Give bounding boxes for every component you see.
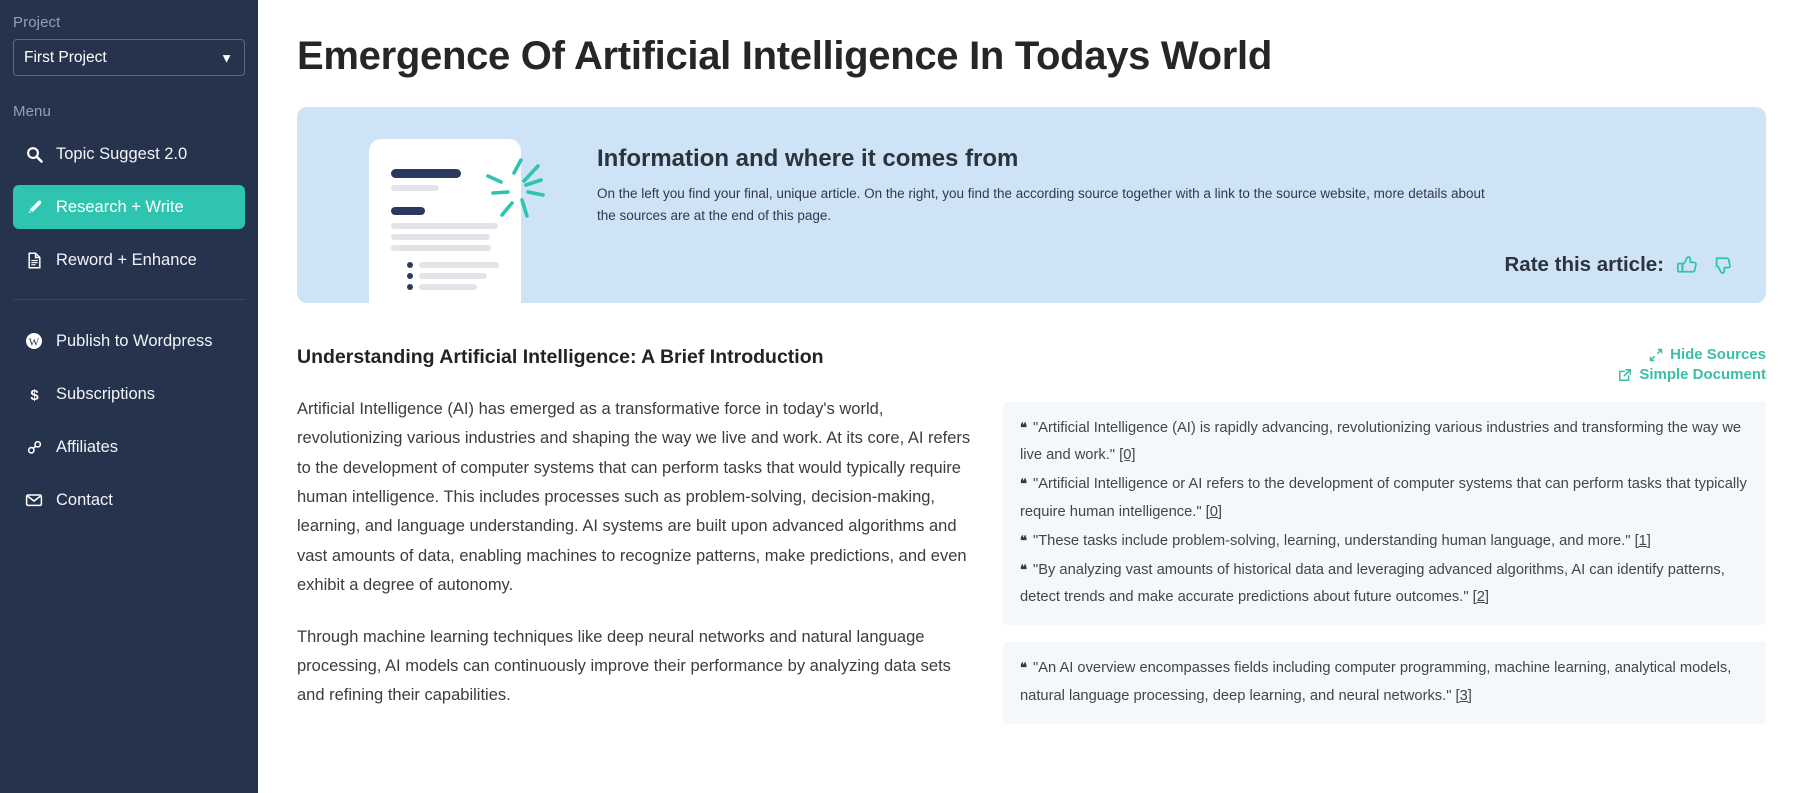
sidebar-item-label: Topic Suggest 2.0 (56, 144, 188, 163)
compress-arrows-icon (1649, 348, 1663, 362)
simple-document-label: Simple Document (1639, 366, 1766, 383)
simple-document-button[interactable]: Simple Document (1618, 366, 1766, 383)
sidebar: Project First Project ▼ Menu Topic Sugge… (0, 0, 258, 793)
source-quote: ❝ "These tasks include problem-solving, l… (1020, 528, 1749, 555)
article-and-sources: Understanding Artificial Intelligence: A… (297, 346, 1766, 741)
svg-text:$: $ (30, 387, 39, 402)
source-ref[interactable]: [1] (1635, 533, 1651, 549)
quote-text: "Artificial Intelligence or AI refers to… (1020, 476, 1747, 520)
source-card: ❝ "An AI overview encompasses fields incl… (1003, 642, 1766, 724)
section-heading: Understanding Artificial Intelligence: A… (297, 346, 824, 368)
hide-sources-label: Hide Sources (1670, 346, 1766, 363)
sidebar-item-label: Contact (56, 490, 113, 509)
quote-icon: ❝ (1020, 561, 1027, 577)
svg-text:W: W (29, 336, 40, 348)
source-ref[interactable]: [0] (1206, 504, 1222, 520)
sidebar-item-label: Research + Write (56, 197, 184, 216)
info-banner: Information and where it comes from On t… (297, 107, 1766, 303)
quote-text: "By analyzing vast amounts of historical… (1020, 561, 1725, 606)
banner-description: On the left you find your final, unique … (597, 186, 1485, 224)
main-content: Emergence Of Artificial Intelligence In … (258, 0, 1802, 793)
article-paragraph: Through machine learning techniques like… (297, 627, 951, 705)
document-illustration (297, 107, 597, 303)
source-ref[interactable]: [3] (1456, 688, 1472, 704)
sidebar-item-publish-wordpress[interactable]: W Publish to Wordpress (13, 319, 245, 363)
sidebar-item-label: Publish to Wordpress (56, 331, 213, 350)
envelope-icon (24, 491, 44, 509)
source-ref[interactable]: [2] (1473, 589, 1489, 605)
wordpress-icon: W (24, 332, 44, 350)
project-select[interactable]: First Project (13, 39, 245, 76)
secondary-nav: W Publish to Wordpress $ Subscriptions A… (0, 319, 258, 522)
quote-icon: ❝ (1020, 476, 1027, 492)
pen-icon (24, 199, 44, 216)
sources-column: Hide Sources Simple Document ❝ "Artificia… (1003, 346, 1766, 741)
sidebar-item-label: Subscriptions (56, 384, 156, 403)
sidebar-item-subscriptions[interactable]: $ Subscriptions (13, 372, 245, 416)
sidebar-item-label: Reword + Enhance (56, 250, 197, 269)
rate-article-label: Rate this article: (1504, 253, 1665, 276)
source-ref[interactable]: [0] (1119, 447, 1135, 463)
document-icon (24, 252, 44, 269)
sidebar-divider (13, 299, 245, 300)
source-quote: ❝ "Artificial Intelligence or AI refers t… (1020, 471, 1749, 525)
sidebar-item-reword-enhance[interactable]: Reword + Enhance (13, 238, 245, 282)
quote-icon: ❝ (1020, 532, 1027, 548)
quote-text: "An AI overview encompasses fields inclu… (1020, 660, 1732, 704)
thumbs-down-icon[interactable] (1710, 254, 1732, 276)
quote-text: "These tasks include problem-solving, le… (1033, 532, 1631, 549)
link-icon (24, 439, 44, 456)
hide-sources-button[interactable]: Hide Sources (1649, 346, 1766, 363)
sidebar-item-contact[interactable]: Contact (13, 478, 245, 522)
page-title: Emergence Of Artificial Intelligence In … (297, 34, 1272, 78)
primary-nav: Topic Suggest 2.0 Research + Write Rewor… (0, 132, 258, 282)
source-card: ❝ "Artificial Intelligence (AI) is rapidl… (1003, 402, 1766, 626)
dollar-icon: $ (24, 386, 44, 402)
source-quote: ❝ "By analyzing vast amounts of historica… (1020, 557, 1749, 611)
thumbs-up-icon[interactable] (1676, 254, 1698, 276)
project-label: Project (13, 14, 61, 31)
quote-icon: ❝ (1020, 660, 1027, 676)
search-icon (24, 146, 44, 163)
sidebar-item-research-write[interactable]: Research + Write (13, 185, 245, 229)
app-root: Project First Project ▼ Menu Topic Sugge… (0, 0, 1802, 793)
menu-label: Menu (13, 103, 51, 120)
quote-icon: ❝ (1020, 420, 1027, 435)
source-quote: ❝ "An AI overview encompasses fields incl… (1020, 655, 1749, 709)
source-tools: Hide Sources Simple Document (1003, 346, 1766, 383)
article-column: Understanding Artificial Intelligence: A… (297, 346, 977, 741)
external-link-icon (1618, 368, 1632, 382)
sidebar-item-label: Affiliates (56, 437, 119, 456)
banner-title: Information and where it comes from (597, 145, 1019, 172)
article-paragraph: Artificial Intelligence (AI) has emerged… (297, 400, 971, 595)
project-select-wrap: First Project ▼ (0, 39, 258, 76)
sidebar-item-topic-suggest[interactable]: Topic Suggest 2.0 (13, 132, 245, 176)
source-quote: ❝ "Artificial Intelligence (AI) is rapidl… (1020, 415, 1749, 469)
rate-article-row: Rate this article: (1505, 253, 1733, 277)
sidebar-item-affiliates[interactable]: Affiliates (13, 425, 245, 469)
